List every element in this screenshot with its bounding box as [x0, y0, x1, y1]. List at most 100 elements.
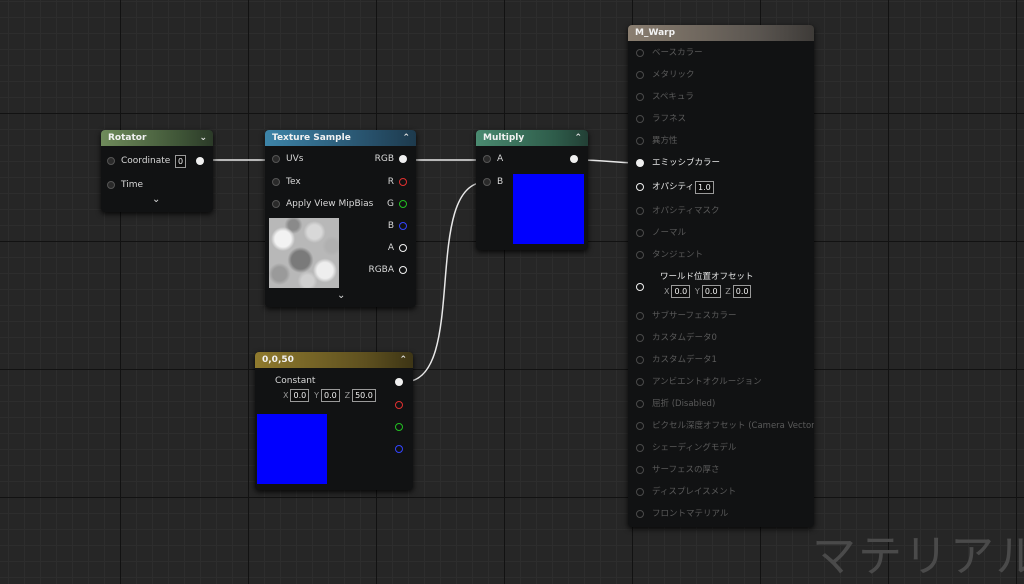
b-input-pin[interactable] — [483, 178, 491, 186]
label: ラフネス — [652, 114, 687, 124]
pin[interactable] — [636, 444, 644, 452]
multiply-title: Multiply — [483, 133, 525, 143]
constant-node[interactable]: 0,0,50 ⌃ Constant X 0.0 Y 0.0 Z 50.0 — [255, 352, 413, 490]
pin[interactable] — [636, 378, 644, 386]
x-label: X — [664, 287, 670, 296]
pin[interactable] — [636, 159, 644, 167]
texture-sample-title: Texture Sample — [272, 133, 351, 143]
constant-preview — [257, 414, 327, 484]
pin[interactable] — [636, 137, 644, 145]
chevron-up-icon[interactable]: ⌃ — [402, 130, 410, 146]
pin[interactable] — [636, 115, 644, 123]
pin[interactable] — [636, 207, 644, 215]
y-value[interactable]: 0.0 — [320, 389, 340, 402]
expand-chevron-icon[interactable]: ⌄ — [152, 194, 160, 205]
constant-xyz-row: X 0.0 Y 0.0 Z 50.0 — [281, 389, 376, 403]
pin[interactable] — [636, 71, 644, 79]
wpo-z-value[interactable]: 0.0 — [732, 285, 752, 298]
x-value[interactable]: 0.0 — [290, 389, 310, 402]
material-result-node[interactable]: M_Warp ベースカラー メタリック スペキュラ ラフネス 異方性 エミッシブ… — [628, 25, 814, 527]
label: アンビエントオクルージョン — [652, 377, 762, 387]
label: メタリック — [652, 70, 695, 80]
wire-constant-to-b — [403, 181, 487, 383]
constant-g-pin[interactable] — [395, 423, 403, 431]
pin[interactable] — [636, 466, 644, 474]
multiply-preview — [513, 174, 584, 244]
rgba-pin[interactable] — [399, 266, 407, 274]
pin[interactable] — [636, 251, 644, 259]
label: オパシティマスク — [652, 206, 720, 216]
rotator-node-header[interactable]: Rotator ⌄ — [101, 130, 213, 146]
label: サーフェスの厚さ — [652, 465, 720, 475]
constant-title: 0,0,50 — [262, 355, 294, 365]
constant-header[interactable]: 0,0,50 ⌃ — [255, 352, 413, 368]
opacity-value[interactable]: 1.0 — [695, 181, 714, 194]
wpo-x-value[interactable]: 0.0 — [671, 285, 691, 298]
label: エミッシブカラー — [652, 158, 721, 168]
multiply-node[interactable]: Multiply ⌃ A B — [476, 130, 588, 250]
chevron-up-icon[interactable]: ⌃ — [574, 130, 582, 146]
mipbias-label: Apply View MipBias — [286, 199, 374, 209]
pin[interactable] — [636, 488, 644, 496]
a-label: A — [387, 243, 394, 253]
pin[interactable] — [636, 356, 644, 364]
label: スペキュラ — [652, 92, 694, 102]
pin[interactable] — [636, 510, 644, 518]
z-label: Z — [725, 287, 731, 296]
chevron-down-icon[interactable]: ⌄ — [199, 130, 207, 146]
time-label: Time — [121, 180, 144, 190]
label: ノーマル — [652, 228, 687, 238]
z-label: Z — [344, 391, 351, 400]
pin[interactable] — [636, 312, 644, 320]
uvs-pin[interactable] — [272, 155, 280, 163]
pin[interactable] — [636, 334, 644, 342]
constant-output-pin[interactable] — [395, 378, 403, 386]
constant-b-pin[interactable] — [395, 445, 403, 453]
tex-pin[interactable] — [272, 178, 280, 186]
r-label: R — [387, 177, 394, 187]
constant-label: Constant — [275, 376, 316, 386]
rgb-pin[interactable] — [399, 155, 407, 163]
rgba-label: RGBA — [368, 265, 394, 275]
watermark-text: マテリアル — [812, 531, 1024, 582]
a-input-label: A — [497, 154, 504, 164]
multiply-header[interactable]: Multiply ⌃ — [476, 130, 588, 146]
coordinate-pin[interactable] — [107, 157, 115, 165]
rotator-output-pin[interactable] — [196, 157, 204, 165]
pin[interactable] — [636, 183, 644, 191]
label: タンジェント — [652, 250, 704, 260]
pin[interactable] — [636, 422, 644, 430]
pin[interactable] — [636, 229, 644, 237]
rgb-label: RGB — [374, 154, 394, 164]
label: オパシティ — [652, 182, 694, 192]
multiply-output-pin[interactable] — [570, 155, 578, 163]
b-pin[interactable] — [399, 222, 407, 230]
g-pin[interactable] — [399, 200, 407, 208]
rotator-node[interactable]: Rotator ⌄ Coordinate 0 Time ⌄ — [101, 130, 213, 212]
r-pin[interactable] — [399, 178, 407, 186]
a-pin[interactable] — [399, 244, 407, 252]
z-value[interactable]: 50.0 — [352, 389, 376, 402]
mipbias-pin[interactable] — [272, 200, 280, 208]
time-pin[interactable] — [107, 181, 115, 189]
chevron-up-icon[interactable]: ⌃ — [399, 352, 407, 368]
label: シェーディングモデル — [652, 443, 737, 453]
pin[interactable] — [636, 283, 644, 291]
pin[interactable] — [636, 93, 644, 101]
label: ディスプレイスメント — [652, 487, 737, 497]
label: サブサーフェスカラー — [652, 311, 737, 321]
label: 屈折 (Disabled) — [652, 399, 716, 409]
constant-r-pin[interactable] — [395, 401, 403, 409]
tex-label: Tex — [286, 177, 301, 187]
texture-sample-header[interactable]: Texture Sample ⌃ — [265, 130, 416, 146]
coordinate-value[interactable]: 0 — [175, 155, 187, 168]
a-input-pin[interactable] — [483, 155, 491, 163]
label: カスタムデータ0 — [652, 333, 717, 343]
label: カスタムデータ1 — [652, 355, 717, 365]
material-header[interactable]: M_Warp — [628, 25, 814, 41]
pin[interactable] — [636, 49, 644, 57]
wpo-y-value[interactable]: 0.0 — [701, 285, 721, 298]
expand-chevron-icon[interactable]: ⌄ — [337, 290, 345, 301]
pin[interactable] — [636, 400, 644, 408]
texture-sample-node[interactable]: Texture Sample ⌃ UVs Tex Apply View MipB… — [265, 130, 416, 307]
